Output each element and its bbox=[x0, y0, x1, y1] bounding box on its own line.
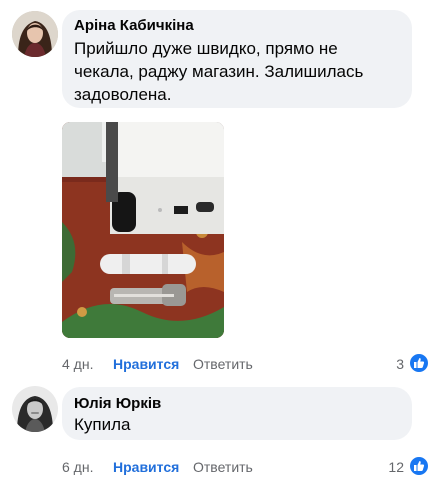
like-link[interactable]: Нравится bbox=[113, 459, 179, 475]
avatar[interactable] bbox=[12, 386, 58, 432]
comment-text-line: задоволена. bbox=[74, 85, 172, 104]
comment-author[interactable]: Аріна Кабичкіна bbox=[74, 17, 194, 34]
avatar[interactable] bbox=[12, 11, 58, 57]
comment-text-line: чекала, раджу магазин. Залишилась bbox=[74, 62, 364, 81]
comment-text-line: Купила bbox=[74, 415, 131, 434]
reaction-count[interactable]: 12 bbox=[374, 459, 404, 475]
reply-link[interactable]: Ответить bbox=[193, 356, 253, 372]
comment-text-line: Прийшло дуже швидко, прямо не bbox=[74, 39, 338, 58]
reaction-count[interactable]: 3 bbox=[374, 356, 404, 372]
reply-link[interactable]: Ответить bbox=[193, 459, 253, 475]
thumbs-up-icon[interactable] bbox=[409, 353, 429, 373]
comment-photo[interactable] bbox=[62, 122, 224, 338]
comment-time[interactable]: 4 дн. bbox=[62, 356, 93, 372]
comment-time[interactable]: 6 дн. bbox=[62, 459, 93, 475]
comment-author[interactable]: Юлія Юрків bbox=[74, 395, 161, 412]
like-link[interactable]: Нравится bbox=[113, 356, 179, 372]
thumbs-up-icon[interactable] bbox=[409, 456, 429, 476]
